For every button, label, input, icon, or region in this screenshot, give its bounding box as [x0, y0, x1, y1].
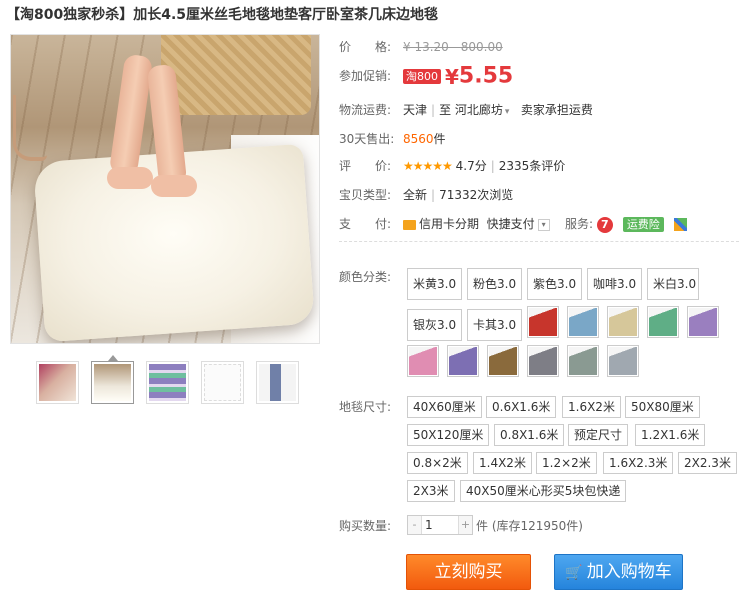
star-rating-icon: ★★★★★ — [403, 159, 453, 173]
credit-card-icon — [403, 219, 416, 230]
seven-day-return-icon[interactable]: 7 — [596, 216, 613, 233]
color-option[interactable]: 卡其3.0 — [467, 309, 522, 341]
ship-to-select[interactable]: 河北廊坊 ▾ — [455, 103, 510, 117]
stock-info: 件 (库存121950件) — [476, 519, 583, 533]
reviews-link[interactable]: 2335条评价 — [499, 159, 566, 173]
color-swatch[interactable] — [567, 306, 599, 338]
color-swatch[interactable] — [447, 345, 479, 377]
service-icon[interactable] — [673, 218, 687, 231]
color-swatch[interactable] — [567, 345, 599, 377]
size-option[interactable]: 0.8×2米 — [407, 452, 468, 474]
ship-from: 天津 — [403, 103, 428, 117]
color-option[interactable]: 银灰3.0 — [407, 309, 462, 341]
size-option[interactable]: 1.2X1.6米 — [635, 424, 706, 446]
color-swatch[interactable] — [527, 345, 559, 377]
quantity-stepper: - + — [407, 515, 473, 535]
color-label: 颜色分类: — [339, 270, 392, 284]
size-option[interactable]: 0.6X1.6米 — [486, 396, 557, 418]
payment-dropdown-icon[interactable]: ▾ — [537, 218, 550, 231]
promo-price: 5.55 — [458, 63, 514, 89]
color-swatch[interactable] — [687, 306, 719, 338]
size-option[interactable]: 1.6X2.3米 — [603, 452, 674, 474]
size-option[interactable]: 0.8X1.6米 — [494, 424, 565, 446]
size-option[interactable]: 1.6X2米 — [562, 396, 621, 418]
original-price: ¥ 13.20 - 800.00 — [403, 40, 503, 54]
view-count: 71332次浏览 — [439, 188, 514, 202]
credit-installment[interactable]: 信用卡分期 — [419, 217, 479, 231]
thumbnail-2[interactable] — [91, 355, 134, 404]
price-row: 价 格: ¥ 13.20 - 800.00 — [339, 37, 503, 57]
buy-now-button[interactable]: 立刻购买 — [406, 554, 531, 590]
divider — [339, 241, 739, 242]
main-product-image — [10, 34, 320, 344]
quantity-minus-button[interactable]: - — [408, 516, 421, 534]
quantity-input[interactable] — [421, 516, 459, 534]
payment-row: 支 付: 信用卡分期 快捷支付 ▾ 服务: 7 运费险 — [339, 214, 687, 234]
price-label: 价 格: — [339, 40, 392, 54]
rating-score: 4.7分 — [455, 159, 487, 173]
size-option[interactable]: 50X80厘米 — [625, 396, 700, 418]
promo-tag: 淘800 — [403, 69, 441, 84]
color-option[interactable]: 咖啡3.0 — [587, 268, 642, 300]
quick-pay[interactable]: 快捷支付 — [487, 217, 535, 231]
thumbnail-1[interactable] — [36, 361, 79, 404]
size-option[interactable]: 2X3米 — [407, 480, 455, 502]
quantity-label: 购买数量: — [339, 519, 392, 533]
sold-count: 8560 — [403, 132, 434, 146]
color-swatch[interactable] — [527, 306, 559, 338]
size-option[interactable]: 40X50厘米心形买5块包快递 — [460, 480, 627, 502]
color-swatch[interactable] — [607, 345, 639, 377]
size-option[interactable]: 1.4X2米 — [473, 452, 532, 474]
shipping-fee: 卖家承担运费 — [520, 103, 593, 117]
type-label: 宝贝类型: — [339, 188, 392, 202]
rating-label: 评 价: — [339, 159, 392, 173]
sold-label: 30天售出: — [339, 132, 395, 146]
quantity-plus-button[interactable]: + — [459, 516, 472, 534]
color-option[interactable]: 紫色3.0 — [527, 268, 582, 300]
color-option[interactable]: 米黄3.0 — [407, 268, 462, 300]
color-swatch[interactable] — [407, 345, 439, 377]
promo-label: 参加促销: — [339, 69, 392, 83]
currency-symbol: ¥ — [445, 64, 459, 89]
thumbnail-4[interactable] — [201, 361, 244, 404]
color-swatch[interactable] — [487, 345, 519, 377]
color-option[interactable]: 米白3.0 — [647, 268, 699, 300]
cart-icon: 🛒 — [565, 565, 583, 581]
add-to-cart-button[interactable]: 🛒 加入购物车 — [554, 554, 683, 590]
shipping-insurance-badge[interactable]: 运费险 — [622, 217, 664, 232]
service-label: 服务: — [564, 217, 593, 231]
size-label: 地毯尺寸: — [339, 400, 392, 414]
size-option[interactable]: 预定尺寸 — [568, 424, 629, 446]
promo-row: 参加促销: 淘800 ¥5.55 — [339, 63, 513, 89]
color-swatch[interactable] — [607, 306, 639, 338]
type-row: 宝贝类型: 全新 | 71332次浏览 — [339, 185, 513, 205]
thumbnail-3[interactable] — [146, 361, 189, 404]
color-option[interactable]: 粉色3.0 — [467, 268, 522, 300]
ship-to-prefix: 至 — [439, 103, 452, 117]
chevron-down-icon: ▾ — [504, 107, 510, 117]
condition: 全新 — [403, 188, 428, 202]
size-option[interactable]: 2X2.3米 — [678, 452, 737, 474]
add-to-cart-label: 加入购物车 — [586, 562, 672, 582]
payment-label: 支 付: — [339, 217, 392, 231]
sold-row: 30天售出: 8560件 — [339, 129, 446, 149]
size-option[interactable]: 40X60厘米 — [407, 396, 482, 418]
size-option[interactable]: 1.2×2米 — [536, 452, 597, 474]
thumbnail-5[interactable] — [256, 361, 299, 404]
shipping-row: 物流运费: 天津 | 至 河北廊坊 ▾ 卖家承担运费 — [339, 100, 593, 120]
product-title: 【淘800独家秒杀】加长4.5厘米丝毛地毯地垫客厅卧室茶几床边地毯 — [6, 7, 439, 23]
size-option[interactable]: 50X120厘米 — [407, 424, 490, 446]
shipping-label: 物流运费: — [339, 103, 392, 117]
color-swatch[interactable] — [647, 306, 679, 338]
thumbnail-strip — [36, 355, 299, 404]
rating-row: 评 价: ★★★★★ 4.7分 | 2335条评价 — [339, 156, 565, 176]
